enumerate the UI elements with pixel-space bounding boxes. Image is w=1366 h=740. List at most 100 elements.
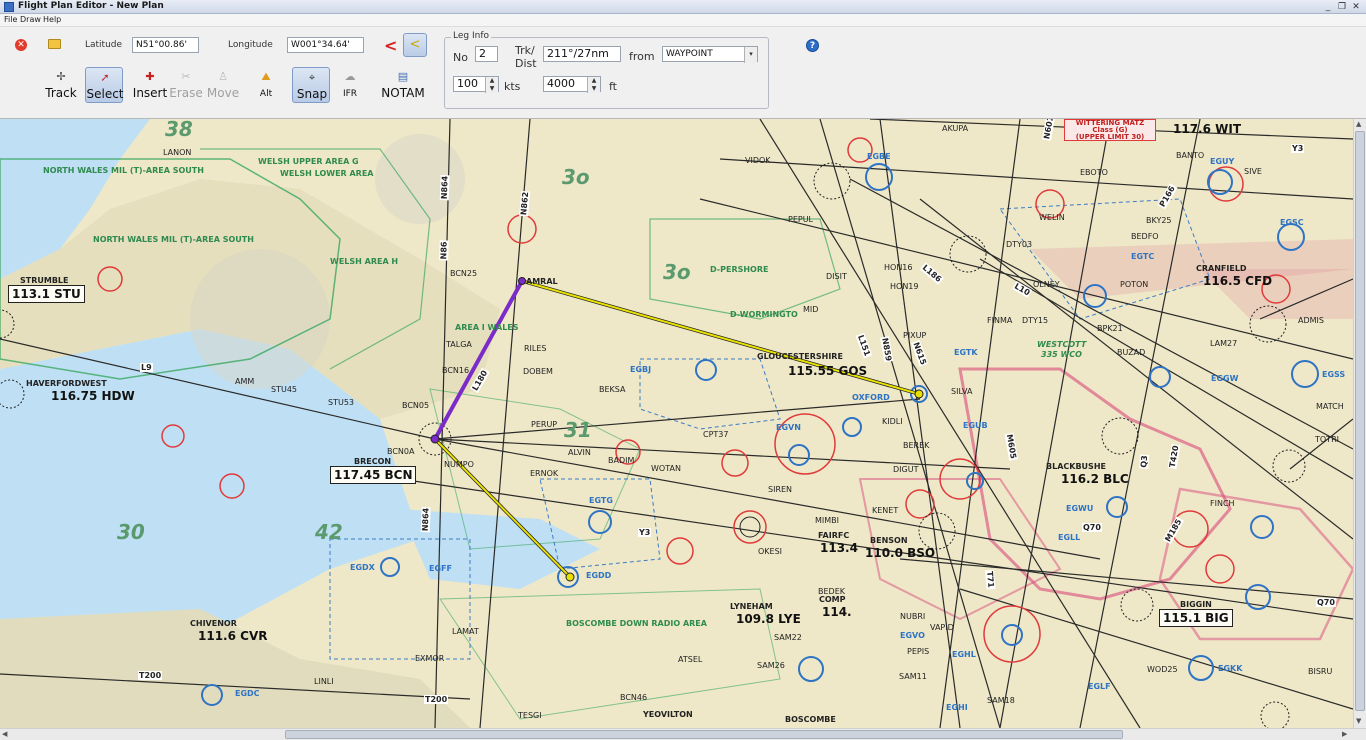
snap-icon: ⌖ — [308, 71, 316, 84]
navaid-frequency-box: 115.1 BIG — [1159, 609, 1233, 627]
latitude-field[interactable]: N51°00.86' — [132, 37, 199, 53]
navaid-frequency-box: 110.0 BSO — [865, 546, 936, 560]
fix-label: PEPUL — [788, 215, 814, 224]
leg-no-label: No — [453, 51, 468, 64]
move-icon: ♙ — [218, 70, 228, 83]
help-icon[interactable]: ? — [806, 39, 819, 52]
from-select[interactable]: WAYPOINT ▾ — [662, 46, 758, 63]
aerodrome-code: EGVO — [900, 631, 925, 640]
close-window-button[interactable]: ✕ — [1350, 1, 1362, 13]
terrain-elevation-number: 3o — [663, 260, 691, 284]
fix-label: RILES — [524, 344, 547, 353]
fix-label: SAM26 — [757, 661, 785, 670]
fix-label: TALGA — [446, 340, 472, 349]
airway-label: T71 — [985, 569, 996, 590]
fix-label: CPT37 — [703, 430, 729, 439]
aeronautical-chart-map[interactable]: 38 3o 3o 31 42 30 NORTH WALES MIL (T)-AR… — [0, 119, 1353, 728]
speed-value: 100 — [457, 77, 478, 90]
speed-stepper[interactable]: 100 ▲ ▼ — [453, 76, 499, 93]
ctr-boundary — [639, 358, 781, 430]
navaid-name: CRANFIELD — [1196, 264, 1247, 273]
navaid-name: LYNEHAM — [730, 602, 773, 611]
fix-label: BADIM — [608, 456, 635, 465]
aerodrome-code: EGKK — [1218, 664, 1243, 673]
fix-label: WELIN — [1039, 213, 1065, 222]
fix-label: BEKSA — [599, 385, 626, 394]
select-tool-button[interactable]: ➚ Select — [85, 67, 124, 103]
leg-no-field[interactable]: 2 — [475, 46, 498, 62]
aerodrome-code: EGTC — [1131, 252, 1155, 261]
fix-label: DISIT — [826, 272, 847, 281]
fix-label: BCN46 — [620, 693, 648, 702]
dropdown-arrow-icon: ▾ — [744, 47, 757, 63]
navaid-name: GLOUCESTERSHIRE — [757, 352, 843, 361]
track-tool-button[interactable]: ✢ Track — [42, 67, 80, 103]
minimize-button[interactable]: _ — [1322, 1, 1334, 13]
maximize-button[interactable]: ❐ — [1336, 1, 1348, 13]
vertical-scrollbar[interactable]: ▲ ▼ — [1353, 119, 1366, 728]
navaid-frequency-box: 116.2 BLC — [1061, 472, 1129, 486]
delete-plan-icon[interactable]: ✕ — [15, 39, 27, 51]
altitude-stepper[interactable]: 4000 ▲ ▼ — [543, 76, 601, 93]
fix-label: PIXUP — [903, 331, 927, 340]
open-folder-icon[interactable] — [48, 39, 61, 49]
menu-file[interactable]: File — [4, 15, 17, 24]
notam-tool-button[interactable]: ▤ NOTAM — [381, 67, 424, 103]
navaid-name: STRUMBLE — [20, 276, 69, 285]
trk-label: Trk/ — [515, 44, 535, 57]
horizontal-scroll-thumb[interactable] — [285, 730, 1123, 739]
set-point-button[interactable]: < — [403, 33, 427, 57]
track-distance-field[interactable]: 211°/27nm — [543, 46, 621, 62]
ifr-tool-button[interactable]: ☁ IFR — [331, 67, 369, 103]
altitude-value: 4000 — [547, 77, 575, 90]
aerodrome-code: EGBJ — [630, 365, 652, 374]
fix-label: TOTRI — [1315, 435, 1339, 444]
route-waypoint — [914, 389, 924, 399]
scroll-left-icon[interactable]: ◀ — [2, 730, 7, 738]
longitude-field[interactable]: W001°34.64' — [287, 37, 364, 53]
fix-label: BISRU — [1308, 667, 1333, 676]
terrain-shade — [190, 249, 330, 389]
terrain-elevation-number: 38 — [165, 119, 193, 141]
menu-draw[interactable]: Draw — [20, 15, 41, 24]
aerodrome-code: EGUB — [963, 421, 988, 430]
fix-label: MID — [803, 305, 819, 314]
fix-label: LAM27 — [1210, 339, 1238, 348]
menu-help[interactable]: Help — [43, 15, 61, 24]
mil-area-label: NORTH WALES MIL (T)-AREA SOUTH — [43, 166, 204, 175]
move-tool-button[interactable]: ♙ Move — [204, 67, 242, 103]
track-label: Track — [45, 86, 77, 100]
stepper-arrows-icon[interactable]: ▲ ▼ — [485, 77, 498, 93]
vertical-scroll-thumb[interactable] — [1355, 131, 1365, 711]
fix-label: SAM18 — [987, 696, 1015, 705]
aerodrome-code: EGDC — [235, 689, 260, 698]
fix-label: BCN05 — [402, 401, 430, 410]
fix-label: WOTAN — [651, 464, 681, 473]
scroll-up-icon[interactable]: ▲ — [1356, 120, 1361, 128]
fix-label: BANTO — [1176, 151, 1205, 160]
scroll-right-icon[interactable]: ▶ — [1342, 730, 1347, 738]
stepper-arrows-icon[interactable]: ▲ ▼ — [587, 77, 600, 93]
alt-tool-button[interactable]: ⛰ Alt — [247, 67, 285, 103]
terrain-shade — [375, 134, 465, 224]
navaid-frequency-box: 109.8 LYE — [736, 612, 801, 626]
aerodrome-code: EGDX — [350, 563, 375, 572]
mil-area-label: D-PERSHORE — [710, 265, 769, 274]
from-select-value: WAYPOINT — [666, 49, 713, 59]
fix-label: LAMAT — [452, 627, 479, 636]
aerodrome-code: EGSS — [1322, 370, 1346, 379]
fix-label: VAPID — [930, 623, 954, 632]
back-arrow-icon[interactable]: < — [384, 36, 397, 55]
horizontal-scrollbar[interactable]: ◀ ▶ — [0, 728, 1366, 740]
matz-warning-line: (UPPER LIMIT 30) — [1075, 133, 1145, 141]
aerodrome-code: EGHI — [946, 703, 968, 712]
latitude-label: Latitude — [85, 40, 123, 50]
scroll-down-icon[interactable]: ▼ — [1356, 717, 1361, 725]
terrain-elevation-number: 42 — [315, 520, 343, 544]
fix-label: PEPIS — [907, 647, 930, 656]
fix-label: AMRAL — [526, 277, 558, 286]
fix-label: NUMPO — [444, 460, 474, 469]
airway-label: Q70 — [1082, 523, 1102, 532]
mil-area-label: D-WORMINGTO — [730, 310, 798, 319]
fix-label: ATSEL — [678, 655, 703, 664]
